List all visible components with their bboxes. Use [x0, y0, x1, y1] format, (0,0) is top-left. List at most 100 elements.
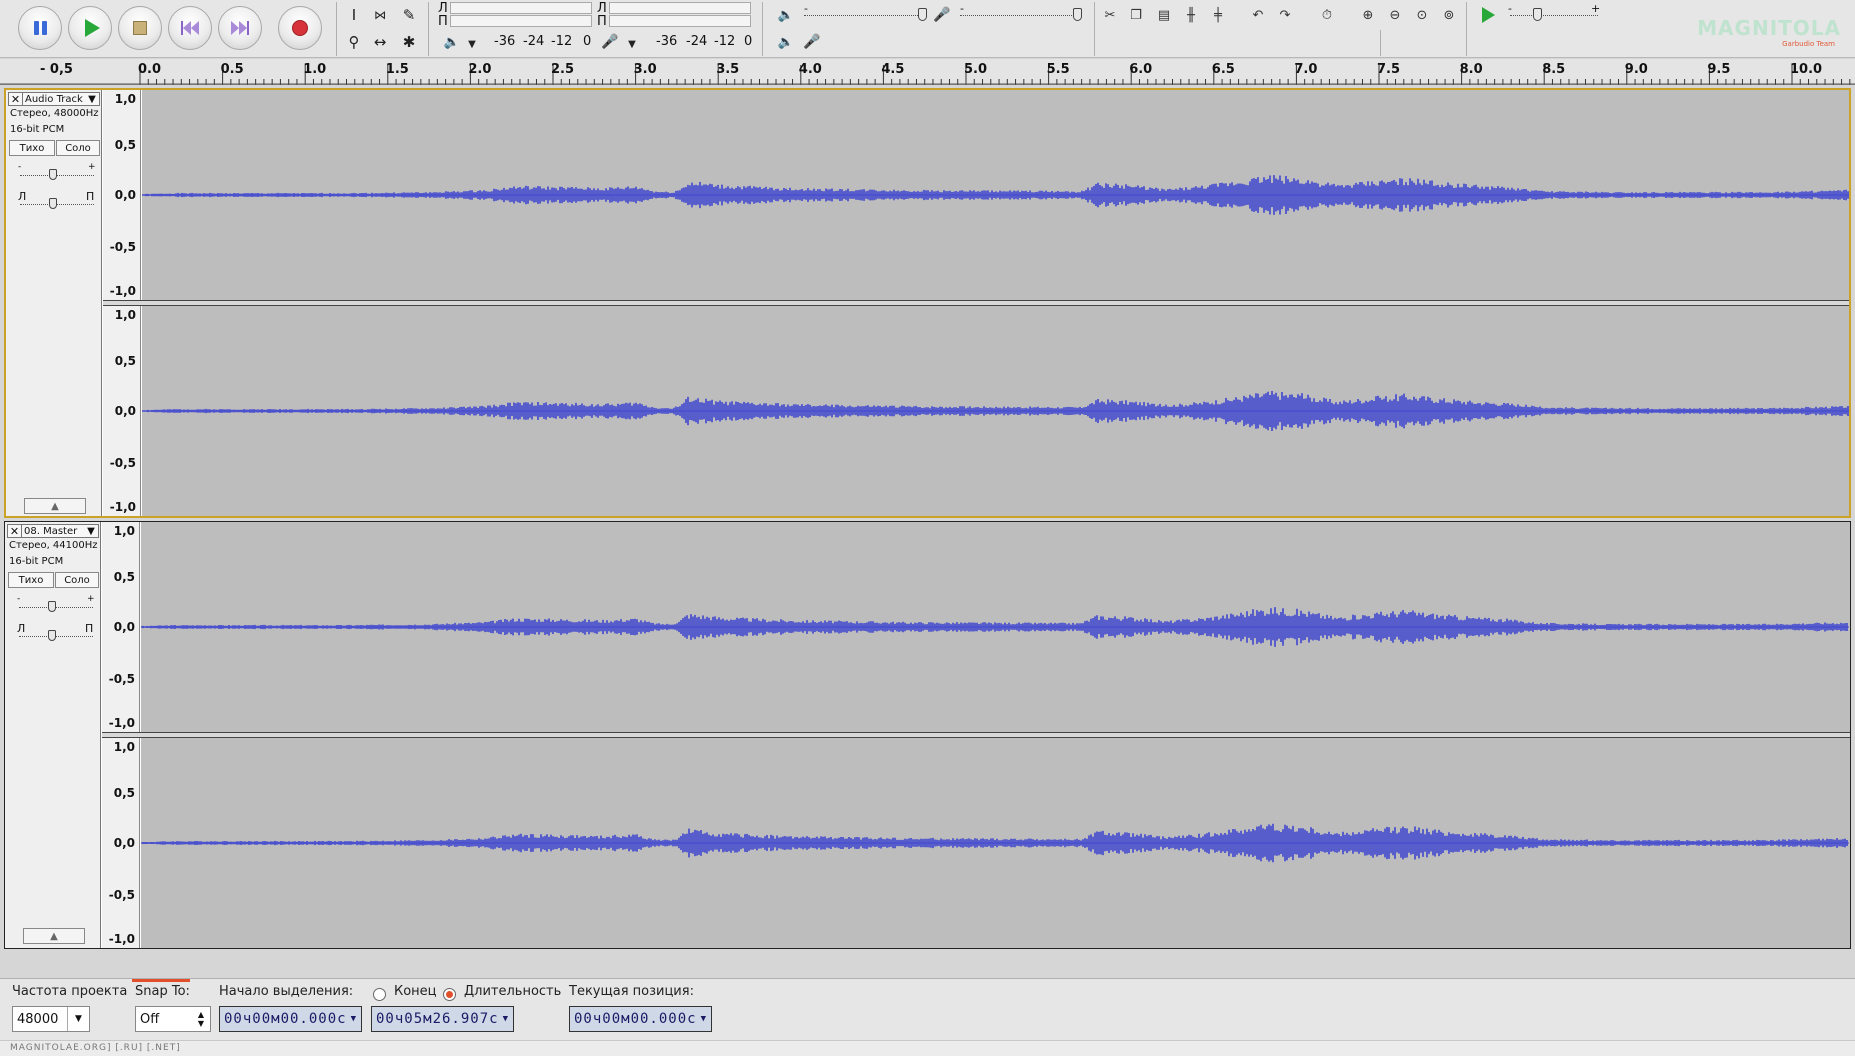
paste-button[interactable]: ▤ [1152, 3, 1176, 27]
playback-meter-right[interactable] [450, 15, 592, 27]
pause-button[interactable] [18, 6, 62, 50]
fit-project-button[interactable]: ⊚ [1437, 3, 1461, 27]
silence-icon: ╪ [1214, 7, 1222, 23]
pan-slider[interactable] [20, 204, 94, 205]
chevron-down-icon[interactable]: ▼ [67, 1007, 89, 1031]
zoom-out-button[interactable]: ⊖ [1383, 3, 1407, 27]
draw-tool[interactable]: ✎ [397, 3, 421, 27]
record-volume-slider[interactable] [960, 15, 1082, 16]
chevron-down-icon[interactable]: ▼ [460, 32, 484, 56]
audio-position-time[interactable]: 00ч00м00.000с ▼ [569, 1006, 712, 1032]
selection-start-time[interactable]: 00ч00м00.000с ▼ [219, 1006, 362, 1032]
ruler-label: 3.0 [633, 62, 657, 77]
length-radio[interactable] [443, 988, 456, 1001]
ruler-label: 1.0 [303, 62, 327, 77]
waveform-channel-right[interactable] [142, 306, 1849, 516]
playback-meter-left[interactable] [450, 2, 592, 14]
timeline-ruler[interactable]: - 0,5 0.0 0.5 1.0 1.5 2.0 2.5 3.0 3.5 4.0 4.5 5.0 5.… [0, 59, 1855, 85]
timeshift-tool[interactable]: ↔ [368, 30, 392, 54]
record-button[interactable] [278, 6, 322, 50]
waveform-channel-left[interactable] [141, 522, 1850, 732]
redo-button[interactable]: ↷ [1273, 3, 1297, 27]
vscale-label: 0,5 [113, 570, 135, 584]
zoom-in-button[interactable]: ⊕ [1356, 3, 1380, 27]
audio-track[interactable]: ✕ Audio Track ▼ Стерео, 48000Hz 16-bit P… [4, 88, 1851, 518]
skip-start-button[interactable] [168, 6, 212, 50]
record-meter-right[interactable] [609, 15, 751, 27]
toolbar-separator [336, 2, 337, 56]
pan-thumb[interactable] [48, 630, 56, 641]
waveform [141, 607, 1849, 647]
ruler-label: 1.5 [385, 62, 409, 77]
zoom-out-icon: ⊖ [1389, 7, 1401, 23]
zoom-tool[interactable]: ⚲ [342, 30, 366, 54]
snap-to-select[interactable]: Off ▲ ▼ [135, 1006, 211, 1032]
selection-tool[interactable]: I [342, 3, 366, 27]
cut-button[interactable]: ✂ [1098, 3, 1122, 27]
record-volume-thumb[interactable] [1073, 8, 1082, 21]
spin-arrows-icon[interactable]: ▲ ▼ [198, 1010, 204, 1028]
selection-length-time[interactable]: 00ч05м26.907с ▼ [371, 1006, 514, 1032]
ruler-label: 10.0 [1790, 62, 1823, 77]
pencil-icon: ✎ [402, 6, 416, 24]
resize-grip[interactable] [132, 979, 190, 982]
undo-button[interactable]: ↶ [1246, 3, 1270, 27]
waveform-channel-left[interactable] [142, 90, 1849, 300]
solo-button[interactable]: Соло [56, 140, 100, 156]
play-speed-thumb[interactable] [1533, 8, 1542, 21]
mute-button[interactable]: Тихо [9, 140, 55, 156]
gain-slider[interactable] [20, 175, 94, 176]
track-format: 16-bit PCM [10, 124, 65, 135]
copy-button[interactable]: ❐ [1124, 3, 1148, 27]
sync-lock-button[interactable]: ⏱ [1315, 3, 1339, 27]
collapse-track-button[interactable]: ▲ [24, 498, 86, 514]
skip-end-button[interactable] [218, 6, 262, 50]
gain-thumb[interactable] [49, 169, 57, 180]
track-name-menu[interactable]: ✕ 08. Master ▼ [7, 524, 99, 538]
waveform [141, 823, 1849, 863]
chevron-down-icon[interactable]: ▼ [351, 1014, 357, 1024]
record-meter-left[interactable] [609, 2, 751, 14]
vscale-label: -0,5 [109, 456, 136, 470]
watermark-subtitle: Garbudio Team [1782, 40, 1835, 48]
multi-tool[interactable]: ✱ [397, 30, 421, 54]
gain-slider[interactable] [19, 607, 93, 608]
close-icon[interactable]: ✕ [8, 525, 22, 538]
stop-icon [133, 21, 147, 35]
play-speed-slider[interactable] [1510, 15, 1598, 16]
trim-button[interactable]: ╫ [1179, 3, 1203, 27]
waveform-channel-right[interactable] [141, 738, 1850, 948]
vscale-label: -0,5 [108, 672, 135, 686]
play-at-speed-button[interactable] [1476, 3, 1500, 27]
timeshift-icon: ↔ [373, 33, 387, 51]
playback-volume-slider[interactable] [804, 15, 926, 16]
pan-thumb[interactable] [49, 198, 57, 209]
envelope-tool[interactable]: ⋈ [368, 3, 392, 27]
ruler-label: 5.5 [1046, 62, 1070, 77]
playback-volume-thumb[interactable] [918, 8, 927, 21]
chevron-down-icon[interactable]: ▼ [503, 1014, 509, 1024]
ruler-label: 9.5 [1707, 62, 1731, 77]
envelope-icon: ⋈ [374, 8, 386, 22]
solo-button[interactable]: Соло [55, 572, 99, 588]
end-radio[interactable] [373, 988, 386, 1001]
silence-button[interactable]: ╪ [1206, 3, 1230, 27]
chevron-down-icon[interactable]: ▼ [84, 526, 98, 537]
chevron-down-icon[interactable]: ▼ [701, 1014, 707, 1024]
meter-scale-tick: 0 [583, 34, 592, 49]
gain-thumb[interactable] [48, 601, 56, 612]
copy-icon: ❐ [1130, 7, 1142, 23]
collapse-track-button[interactable]: ▲ [23, 928, 85, 944]
project-rate-value: 48000 [17, 1011, 59, 1027]
fit-selection-button[interactable]: ⊙ [1410, 3, 1434, 27]
stop-button[interactable] [118, 6, 162, 50]
project-rate-select[interactable]: 48000 ▼ [12, 1006, 90, 1032]
track-name-menu[interactable]: ✕ Audio Track ▼ [8, 92, 100, 106]
close-icon[interactable]: ✕ [9, 93, 23, 106]
mute-button[interactable]: Тихо [8, 572, 54, 588]
chevron-down-icon[interactable]: ▼ [620, 32, 644, 56]
audio-track[interactable]: ✕ 08. Master ▼ Стерео, 44100Hz 16-bit PC… [4, 521, 1851, 949]
chevron-down-icon[interactable]: ▼ [85, 94, 99, 105]
play-button[interactable] [68, 6, 112, 50]
pan-slider[interactable] [19, 636, 93, 637]
